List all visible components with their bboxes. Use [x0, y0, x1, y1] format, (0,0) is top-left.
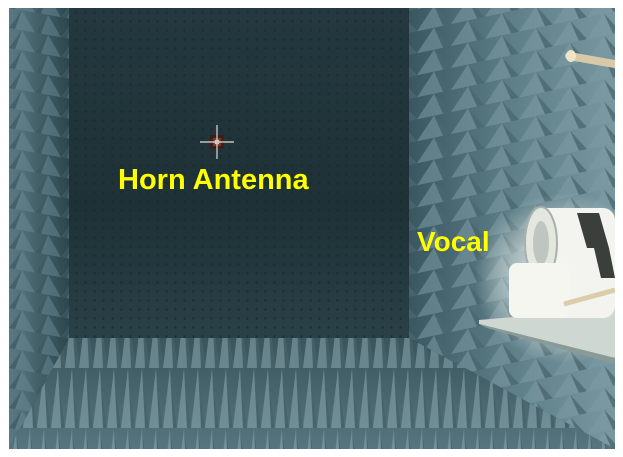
- horn-antenna-label: Horn Antenna: [118, 164, 309, 196]
- vocal-label: Vocal: [417, 226, 490, 257]
- anechoic-chamber-photo: [9, 8, 615, 449]
